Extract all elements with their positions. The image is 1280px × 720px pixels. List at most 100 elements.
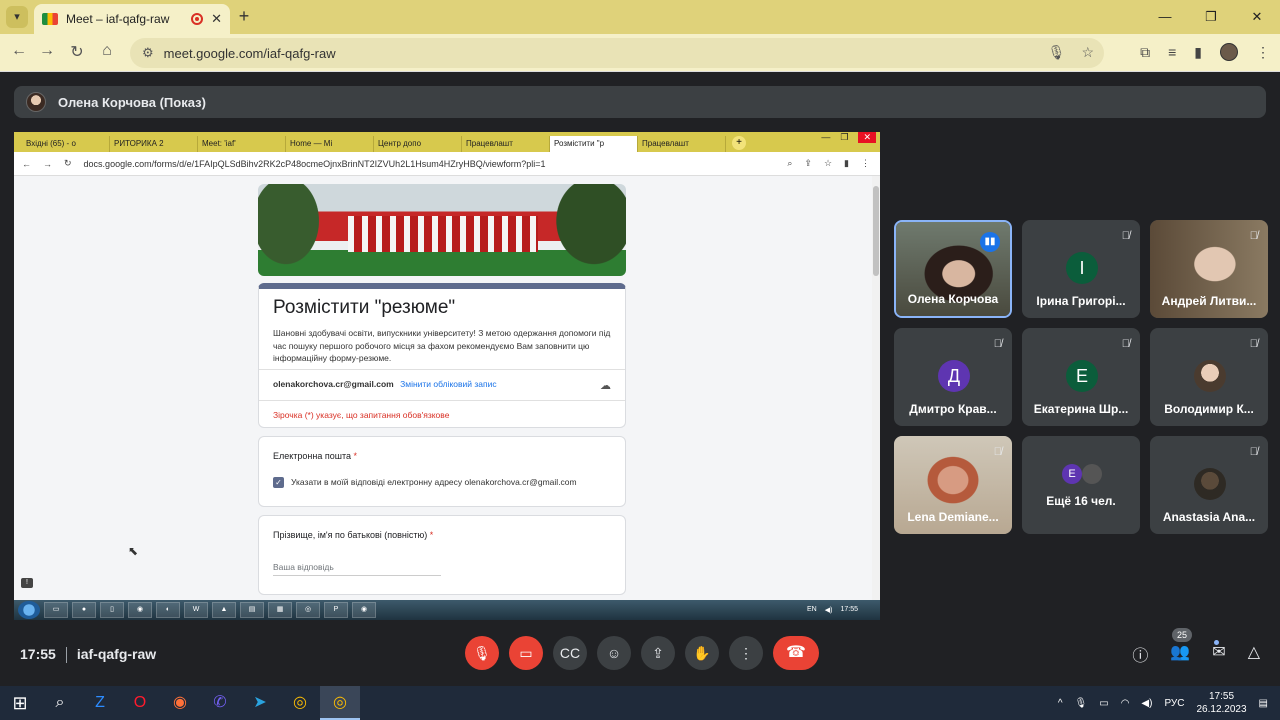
viber-app-icon[interactable]: ✆: [200, 686, 240, 720]
leave-call-button[interactable]: ☎: [773, 636, 819, 670]
chrome-active-app-icon[interactable]: ◎: [320, 686, 360, 720]
media-control-icon[interactable]: ≡: [1168, 44, 1176, 60]
shared-tab-strip: Вхідні (65) - о РИТОРИКА 2 Meet: 'iaf' H…: [14, 132, 880, 152]
form-title: Розмістити "резюме": [273, 297, 456, 318]
notifications-icon[interactable]: ▤: [1259, 698, 1268, 709]
participant-tile[interactable]: 🎙̸ Anastasia Ana...: [1150, 436, 1268, 534]
browser-menu-icon[interactable]: ⋮: [1256, 44, 1270, 61]
meeting-details-icon[interactable]: ⓘ: [1132, 642, 1148, 666]
home-button[interactable]: ⌂: [96, 42, 118, 60]
presenter-label: Олена Корчова (Показ): [58, 94, 206, 110]
shared-app-icon: ▲: [212, 602, 236, 618]
mouse-cursor-icon: ⬉: [128, 544, 139, 558]
shared-share-icon: ⇪: [804, 158, 812, 168]
meet-control-bar: 17:55 iaf-qafg-raw 🎙 ▭ CC ☺ ⇪ ✋ ⋮ ☎ 25 ⓘ …: [0, 624, 1280, 686]
email-checkbox-label: Указати в моїй відповіді електронну адре…: [291, 477, 577, 487]
form-question-name: Прізвище, ім'я по батькові (повністю) * …: [258, 515, 626, 595]
shared-tab: РИТОРИКА 2: [110, 136, 198, 152]
mic-toggle-button[interactable]: 🎙: [465, 636, 499, 670]
shared-app-icon: ▯: [100, 602, 124, 618]
chrome-app-icon[interactable]: ◎: [280, 686, 320, 720]
shared-tab: Працевлашт: [638, 136, 726, 152]
system-tray: ^ 🎙 ▭ ◠ ◀) РУС 17:55 26.12.2023 ▤: [1058, 690, 1280, 716]
shared-forward-icon: →: [43, 158, 52, 169]
volume-icon: ◀): [1141, 697, 1153, 709]
participant-tile[interactable]: 🎙̸ Володимир К...: [1150, 328, 1268, 426]
cloud-saved-icon: ☁: [600, 380, 611, 392]
windows-start-icon[interactable]: ⊞: [0, 686, 40, 720]
shared-url: docs.google.com/forms/d/e/1FAIpQLSdBihv2…: [83, 158, 546, 169]
back-button[interactable]: ←: [8, 42, 30, 60]
close-window-button[interactable]: ✕: [1234, 0, 1280, 34]
participant-name: Ірина Григорі...: [1036, 294, 1126, 308]
chat-icon[interactable]: ✉: [1212, 642, 1225, 666]
participant-tile[interactable]: 🎙̸ Д Дмитро Крав...: [894, 328, 1012, 426]
participant-avatar: [1194, 468, 1226, 500]
reactions-button[interactable]: ☺: [597, 636, 631, 670]
shared-app-icon: ◎: [296, 602, 320, 618]
shared-app-icon: ▭: [44, 602, 68, 618]
tab-search-dropdown[interactable]: ▾: [6, 6, 28, 28]
participant-name: Екатерина Шр...: [1033, 402, 1129, 416]
more-participants-label: Ещё 16 чел.: [1046, 494, 1116, 508]
extensions-icon[interactable]: ⧉: [1140, 44, 1150, 61]
tab-title: Meet – iaf-qafg-raw: [66, 12, 170, 26]
minimize-button[interactable]: —: [1142, 0, 1188, 34]
shared-app-icon: ◉: [128, 602, 152, 618]
profile-avatar[interactable]: [1220, 43, 1238, 61]
maximize-button[interactable]: ❐: [1188, 0, 1234, 34]
url-text: meet.google.com/iaf-qafg-raw: [163, 45, 336, 61]
activities-icon[interactable]: △: [1248, 642, 1260, 666]
tray-overflow-icon[interactable]: ^: [1058, 698, 1063, 709]
shared-time: 17:55: [840, 606, 858, 613]
participant-tile[interactable]: 🎙̸ Е Екатерина Шр...: [1022, 328, 1140, 426]
meet-main-area: Олена Корчова (Показ) Вхідні (65) - о РИ…: [0, 72, 1280, 686]
participant-tile[interactable]: 🎙̸ Lena Demiane...: [894, 436, 1012, 534]
people-count-badge: 25: [1172, 628, 1192, 642]
shared-lang: EN: [807, 606, 817, 613]
more-participants-tile[interactable]: E Ещё 16 чел.: [1022, 436, 1140, 534]
tab-close-icon[interactable]: ✕: [211, 11, 222, 27]
captions-button[interactable]: CC: [553, 636, 587, 670]
meeting-info: 17:55 iaf-qafg-raw: [20, 646, 156, 664]
participant-name: Володимир К...: [1164, 402, 1254, 416]
shared-tray: EN ◀) 17:55: [807, 606, 880, 614]
address-bar[interactable]: ⚙ meet.google.com/iaf-qafg-raw 🎙 ☆: [130, 38, 1104, 68]
shared-app-icon: ◐: [156, 602, 180, 618]
shared-start-icon: [18, 601, 40, 619]
people-icon[interactable]: 👥: [1170, 642, 1190, 666]
feedback-icon: !: [21, 578, 33, 588]
shared-app-icon: ▤: [240, 602, 264, 618]
zoom-app-icon[interactable]: Z: [80, 686, 120, 720]
shared-app-icon: ▦: [268, 602, 292, 618]
bookmark-star-icon[interactable]: ☆: [1081, 44, 1094, 61]
new-tab-button[interactable]: +: [234, 6, 254, 26]
camera-toggle-button[interactable]: ▭: [509, 636, 543, 670]
raise-hand-button[interactable]: ✋: [685, 636, 719, 670]
browser-tab-meet[interactable]: Meet – iaf-qafg-raw ✕: [34, 4, 230, 34]
microphone-icon[interactable]: 🎙: [1048, 44, 1066, 61]
participant-tile[interactable]: ▮▮ Олена Корчова: [894, 220, 1012, 318]
shared-app-icon: W: [184, 602, 208, 618]
telegram-app-icon[interactable]: ➤: [240, 686, 280, 720]
forward-button[interactable]: →: [36, 42, 58, 60]
mic-off-icon: 🎙̸: [1121, 338, 1130, 350]
participant-tile[interactable]: 🎙̸ І Ірина Григорі...: [1022, 220, 1140, 318]
system-clock[interactable]: 17:55 26.12.2023: [1196, 690, 1246, 716]
battery-icon: ▭: [1099, 697, 1109, 709]
participant-tile[interactable]: 🎙̸ Андрей Литви...: [1150, 220, 1268, 318]
present-button[interactable]: ⇪: [641, 636, 675, 670]
opera-app-icon[interactable]: O: [120, 686, 160, 720]
firefox-app-icon[interactable]: ◉: [160, 686, 200, 720]
participant-name: Lena Demiane...: [907, 510, 999, 524]
side-panel-icon[interactable]: ▮: [1194, 44, 1202, 61]
wifi-icon: ◠: [1120, 697, 1130, 709]
search-icon[interactable]: ⌕: [40, 686, 80, 720]
reload-button[interactable]: ↻: [66, 42, 88, 62]
more-options-button[interactable]: ⋮: [729, 636, 763, 670]
input-language[interactable]: РУС: [1164, 698, 1184, 709]
form-title-card: Розмістити "резюме" Шановні здобувачі ос…: [258, 283, 626, 428]
shared-scrollbar: [872, 176, 880, 600]
participant-name: Андрей Литви...: [1161, 294, 1257, 308]
site-info-icon[interactable]: ⚙: [142, 45, 154, 61]
